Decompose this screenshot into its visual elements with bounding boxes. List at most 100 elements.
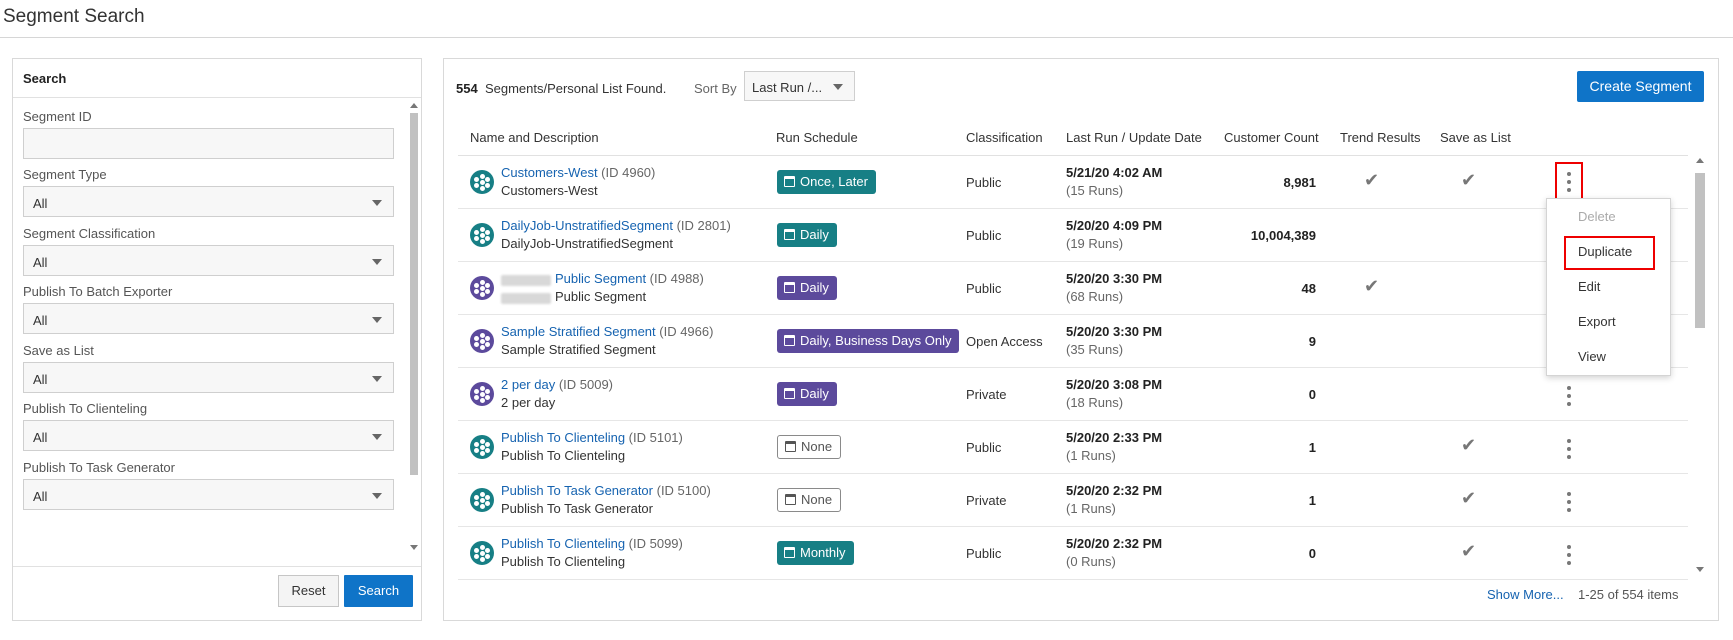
search-panel-scrollbar[interactable] [410,113,418,475]
scroll-up-arrow[interactable] [410,103,418,108]
chevron-down-icon [372,317,382,323]
segment-description: Sample Stratified Segment [501,342,656,357]
table-row[interactable]: Sample Stratified Segment (ID 4966) Sampl… [458,315,1688,368]
segment-description: Publish To Clienteling [501,554,626,569]
segment-name-link[interactable]: Public Segment [555,271,646,286]
publish-batch-exporter-select[interactable]: All [23,303,394,334]
table-scrollbar[interactable] [1695,173,1705,328]
customer-count: 1 [1308,493,1316,508]
calendar-icon [785,494,796,505]
reset-button[interactable]: Reset [278,575,339,607]
menu-item-delete[interactable]: Delete [1578,209,1616,224]
run-schedule-badge: Monthly [777,541,854,565]
last-run-date: 5/21/20 4:02 AM [1066,165,1163,180]
row-actions-kebab-icon[interactable] [1556,486,1582,516]
run-schedule-text: None [801,439,833,454]
table-row[interactable]: Publish To Task Generator (ID 5100) Publi… [458,474,1688,527]
segment-id: (ID 2801) [672,218,731,233]
menu-item-duplicate[interactable]: Duplicate [1578,244,1632,259]
chevron-down-icon [372,200,382,206]
segment-id: (ID 5009) [555,377,614,392]
last-run-date: 5/20/20 4:09 PM [1066,218,1163,233]
table-row[interactable]: Customers-West (ID 4960) Customers-West On… [458,156,1688,209]
table-row[interactable]: Publish To Clienteling (ID 5099) Publish … [458,527,1688,580]
segment-type-select[interactable]: All [23,186,394,217]
customer-count: 0 [1308,387,1316,402]
classification-cell: Private [966,387,1007,402]
column-header-save-as-list[interactable]: Save as List [1440,130,1511,145]
segment-id: (ID 4988) [646,271,704,286]
segment-name-link[interactable]: Publish To Clienteling [501,430,625,445]
search-button[interactable]: Search [344,575,413,607]
create-segment-button[interactable]: Create Segment [1577,71,1704,102]
segment-icon [470,541,494,565]
sort-by-select[interactable]: Last Run /... [744,71,855,101]
segment-name-link[interactable]: Customers-West [501,165,598,180]
column-header-customer-count[interactable]: Customer Count [1224,130,1319,145]
page-title: Segment Search [3,6,145,27]
table-row[interactable]: Publish To Clienteling (ID 5101) Publish … [458,421,1688,474]
run-count: (0 Runs) [1066,554,1116,569]
menu-item-view[interactable]: View [1578,349,1606,364]
segment-name-link[interactable]: Sample Stratified Segment [501,324,656,339]
run-schedule-text: Monthly [800,545,846,560]
panel-divider [13,97,421,98]
row-actions-kebab-icon[interactable] [1556,433,1582,463]
column-header-last-run[interactable]: Last Run / Update Date [1066,130,1202,145]
last-run-date: 5/20/20 3:30 PM [1066,324,1163,339]
menu-item-edit[interactable]: Edit [1578,279,1600,294]
segment-classification-label: Segment Classification [23,226,156,241]
customer-count: 8,981 [1283,175,1316,190]
column-header-trend-results[interactable]: Trend Results [1340,130,1420,145]
sort-by-label: Sort By [694,81,737,96]
chevron-down-icon [372,493,382,499]
segment-icon [470,435,494,459]
classification-cell: Open Access [966,334,1043,349]
table-row[interactable]: 2 per day (ID 5009) 2 per day Daily Private… [458,368,1688,421]
show-more-link[interactable]: Show More... [1487,587,1564,602]
row-actions-kebab-icon[interactable] [1556,539,1582,569]
column-header-run-schedule[interactable]: Run Schedule [776,130,858,145]
column-header-classification[interactable]: Classification [966,130,1043,145]
publish-batch-exporter-value: All [33,313,48,328]
last-run-date: 5/20/20 3:30 PM [1066,271,1163,286]
publish-task-generator-select[interactable]: All [23,479,394,510]
segment-icon [470,223,494,247]
redacted-owner [501,293,551,304]
run-schedule-text: Daily [800,280,829,295]
table-scroll-up-arrow[interactable] [1696,158,1704,163]
segment-name-link[interactable]: DailyJob-UnstratifiedSegment [501,218,673,233]
row-actions-kebab-icon[interactable] [1556,380,1582,410]
segment-classification-select[interactable]: All [23,245,394,276]
customer-count: 48 [1301,281,1316,296]
results-panel: 554 Segments/Personal List Found. Sort B… [443,58,1719,621]
run-count: (1 Runs) [1066,501,1116,516]
menu-item-export[interactable]: Export [1578,314,1616,329]
table-row[interactable]: Public Segment (ID 4988) Public Segment Da… [458,262,1688,315]
run-schedule-text: Daily, Business Days Only [800,333,952,348]
run-count: (18 Runs) [1066,395,1124,410]
save-as-list-label: Save as List [23,343,94,358]
segment-name-link[interactable]: Publish To Clienteling [501,536,625,551]
table-scroll-down-arrow[interactable] [1696,567,1704,572]
segment-id: (ID 5101) [625,430,683,445]
publish-clienteling-select[interactable]: All [23,420,394,451]
run-schedule-text: Daily [800,227,829,242]
segment-name-link[interactable]: 2 per day [501,377,555,392]
segment-id-input[interactable] [23,128,394,159]
row-actions-kebab-icon[interactable] [1555,162,1583,202]
table-row[interactable]: DailyJob-UnstratifiedSegment (ID 2801) Da… [458,209,1688,262]
calendar-icon [784,547,795,558]
save-as-list-select[interactable]: All [23,362,394,393]
run-schedule-text: Once, Later [800,174,868,189]
segment-name-link[interactable]: Publish To Task Generator [501,483,653,498]
run-count: (1 Runs) [1066,448,1116,463]
run-schedule-badge: None [777,435,842,459]
publish-task-generator-value: All [33,489,48,504]
trend-results-check-icon: ✔ [1364,170,1380,190]
run-count: (35 Runs) [1066,342,1124,357]
segment-id: (ID 4960) [597,165,656,180]
column-header-name[interactable]: Name and Description [470,130,599,145]
scroll-down-arrow[interactable] [410,545,418,550]
segment-description: Public Segment [555,289,647,304]
